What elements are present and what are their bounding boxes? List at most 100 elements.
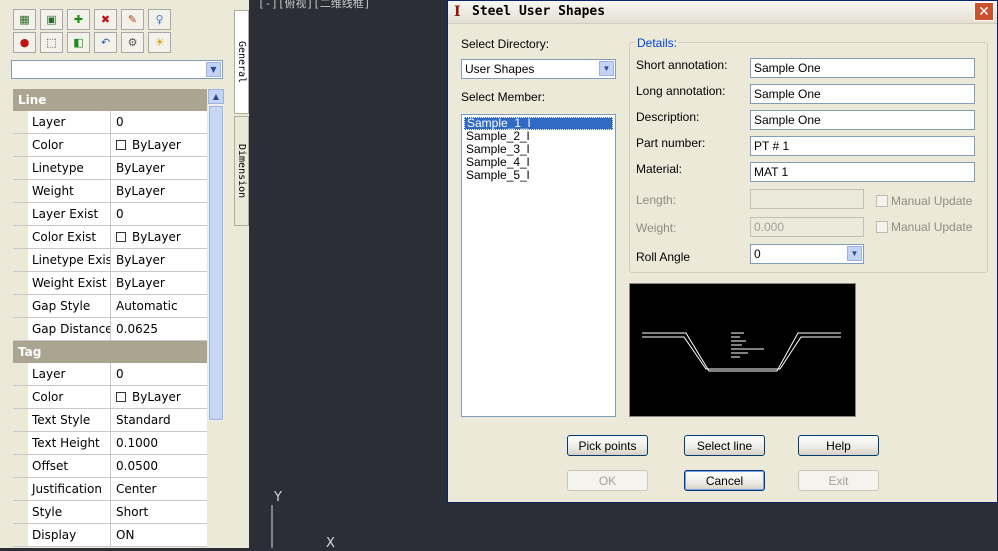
select-line-button[interactable]: Select line bbox=[684, 435, 765, 456]
weight-field[interactable]: 0.000 bbox=[750, 217, 864, 237]
property-name: Text Height bbox=[28, 432, 111, 454]
dialog-title: Steel User Shapes bbox=[472, 4, 606, 19]
close-button[interactable]: ✕ bbox=[974, 2, 994, 21]
property-value-text: Automatic bbox=[116, 299, 178, 313]
property-value-text: ON bbox=[116, 528, 135, 542]
property-value[interactable]: ByLayer bbox=[111, 386, 207, 408]
property-value[interactable]: Center bbox=[111, 478, 207, 500]
member-list-item[interactable]: Sample_5_l bbox=[464, 169, 613, 182]
property-value[interactable]: Automatic bbox=[111, 295, 207, 317]
exit-button[interactable]: Exit bbox=[798, 470, 879, 491]
property-row[interactable]: Text Style Standard bbox=[13, 409, 207, 432]
property-value[interactable]: ByLayer bbox=[111, 134, 207, 156]
cancel-button[interactable]: Cancel bbox=[684, 470, 765, 491]
property-row[interactable]: Gap Style Automatic bbox=[13, 295, 207, 318]
property-name: Style bbox=[28, 501, 111, 523]
help-button[interactable]: Help bbox=[798, 435, 879, 456]
material-field[interactable]: MAT 1 bbox=[750, 162, 975, 182]
property-name: Linetype bbox=[28, 157, 111, 179]
property-value[interactable]: 0 bbox=[111, 203, 207, 225]
ok-button[interactable]: OK bbox=[567, 470, 648, 491]
short-annotation-field[interactable]: Sample One bbox=[750, 58, 975, 78]
brush-icon[interactable]: ✎ bbox=[121, 9, 144, 30]
property-value[interactable]: Standard bbox=[111, 409, 207, 431]
tools-icon[interactable]: ⚙ bbox=[121, 32, 144, 53]
length-label: Length: bbox=[636, 193, 677, 207]
lightbulb-icon[interactable]: ♀ bbox=[148, 9, 171, 30]
ucs-y-label: Y bbox=[273, 490, 282, 505]
member-list[interactable]: Sample_1_l Sample_2_l Sample_3_l Sample_4_l… bbox=[461, 114, 616, 417]
tab-dimension-label: Dimension bbox=[236, 143, 247, 199]
undo-icon[interactable]: ↶ bbox=[94, 32, 117, 53]
property-row[interactable]: Offset 0.0500 bbox=[13, 455, 207, 478]
property-grid-scrollbar[interactable]: ▲ bbox=[208, 89, 224, 421]
color-swatch-icon bbox=[116, 232, 126, 242]
property-row[interactable]: Linetype ByLayer bbox=[13, 157, 207, 180]
property-value[interactable]: ByLayer bbox=[111, 180, 207, 202]
chevron-down-icon[interactable]: ▼ bbox=[599, 61, 614, 76]
viewport-label[interactable]: [-][俯视][二维线框] bbox=[258, 0, 370, 11]
tab-dimension[interactable]: Dimension bbox=[234, 116, 249, 226]
property-row[interactable]: Color ByLayer bbox=[13, 386, 207, 409]
row-indent bbox=[13, 226, 28, 248]
property-name: Layer Exist bbox=[28, 203, 111, 225]
property-value[interactable]: 0 bbox=[111, 363, 207, 385]
property-value[interactable]: 0.0625 bbox=[111, 318, 207, 340]
property-row[interactable]: Justification Center bbox=[13, 478, 207, 501]
style-select[interactable]: ▼ bbox=[11, 60, 223, 79]
row-indent bbox=[13, 318, 28, 340]
new-style-icon[interactable]: ▦ bbox=[13, 9, 36, 30]
property-row[interactable]: Text Height 0.1000 bbox=[13, 432, 207, 455]
property-row[interactable]: Display ON bbox=[13, 524, 207, 547]
property-row[interactable]: Layer 0 bbox=[13, 363, 207, 386]
property-row[interactable]: Layer Exist 0 bbox=[13, 203, 207, 226]
chevron-down-icon[interactable]: ▼ bbox=[206, 62, 221, 77]
length-field[interactable] bbox=[750, 189, 864, 209]
delete-style-icon[interactable]: ✖ bbox=[94, 9, 117, 30]
property-row[interactable]: Color ByLayer bbox=[13, 134, 207, 157]
description-field[interactable]: Sample One bbox=[750, 110, 975, 130]
dialog-titlebar[interactable]: I Steel User Shapes ✕ bbox=[448, 1, 997, 24]
property-value[interactable]: 0.0500 bbox=[111, 455, 207, 477]
property-row[interactable]: Weight Exist ByLayer bbox=[13, 272, 207, 295]
length-manual-update-checkbox[interactable] bbox=[876, 195, 888, 207]
add-style-icon[interactable]: ✚ bbox=[67, 9, 90, 30]
long-annotation-field[interactable]: Sample One bbox=[750, 84, 975, 104]
roll-angle-select[interactable]: 0 ▼ bbox=[750, 244, 864, 264]
section-header[interactable]: Tag bbox=[13, 341, 207, 363]
copy-style-icon[interactable]: ▣ bbox=[40, 9, 63, 30]
scroll-up-icon[interactable]: ▲ bbox=[208, 89, 224, 104]
property-value[interactable]: 0 bbox=[111, 111, 207, 133]
property-value-text: 0 bbox=[116, 115, 124, 129]
property-row[interactable]: Gap Distance 0.0625 bbox=[13, 318, 207, 341]
property-value[interactable]: 0.1000 bbox=[111, 432, 207, 454]
property-row[interactable]: Linetype Exist ByLayer bbox=[13, 249, 207, 272]
property-value[interactable]: ByLayer bbox=[111, 249, 207, 271]
bulb-on-icon[interactable]: ☀ bbox=[148, 32, 171, 53]
property-row[interactable]: Weight ByLayer bbox=[13, 180, 207, 203]
section-header[interactable]: Line bbox=[13, 89, 207, 111]
property-row[interactable]: Layer 0 bbox=[13, 111, 207, 134]
chevron-down-icon[interactable]: ▼ bbox=[847, 246, 862, 261]
part-number-field[interactable]: PT # 1 bbox=[750, 136, 975, 156]
traffic-light-icon[interactable]: ● bbox=[13, 32, 36, 53]
scroll-thumb[interactable] bbox=[209, 106, 223, 420]
property-row[interactable]: Style Short bbox=[13, 501, 207, 524]
layer-toggle-icon[interactable]: ◧ bbox=[67, 32, 90, 53]
select-cursor-icon[interactable]: ⬚ bbox=[40, 32, 63, 53]
property-value[interactable]: ByLayer bbox=[111, 157, 207, 179]
property-name: Color bbox=[28, 134, 111, 156]
property-value-text: Standard bbox=[116, 413, 171, 427]
property-value[interactable]: ByLayer bbox=[111, 272, 207, 294]
property-name: Linetype Exist bbox=[28, 249, 111, 271]
property-value-text: ByLayer bbox=[132, 390, 181, 404]
pick-points-button[interactable]: Pick points bbox=[567, 435, 648, 456]
property-row[interactable]: Color Exist ByLayer bbox=[13, 226, 207, 249]
tab-general[interactable]: General bbox=[234, 10, 249, 114]
description-label: Description: bbox=[636, 110, 700, 124]
weight-manual-update-checkbox[interactable] bbox=[876, 221, 888, 233]
property-value[interactable]: Short bbox=[111, 501, 207, 523]
property-value[interactable]: ByLayer bbox=[111, 226, 207, 248]
property-value[interactable]: ON bbox=[111, 524, 207, 546]
directory-select[interactable]: User Shapes ▼ bbox=[461, 59, 616, 79]
